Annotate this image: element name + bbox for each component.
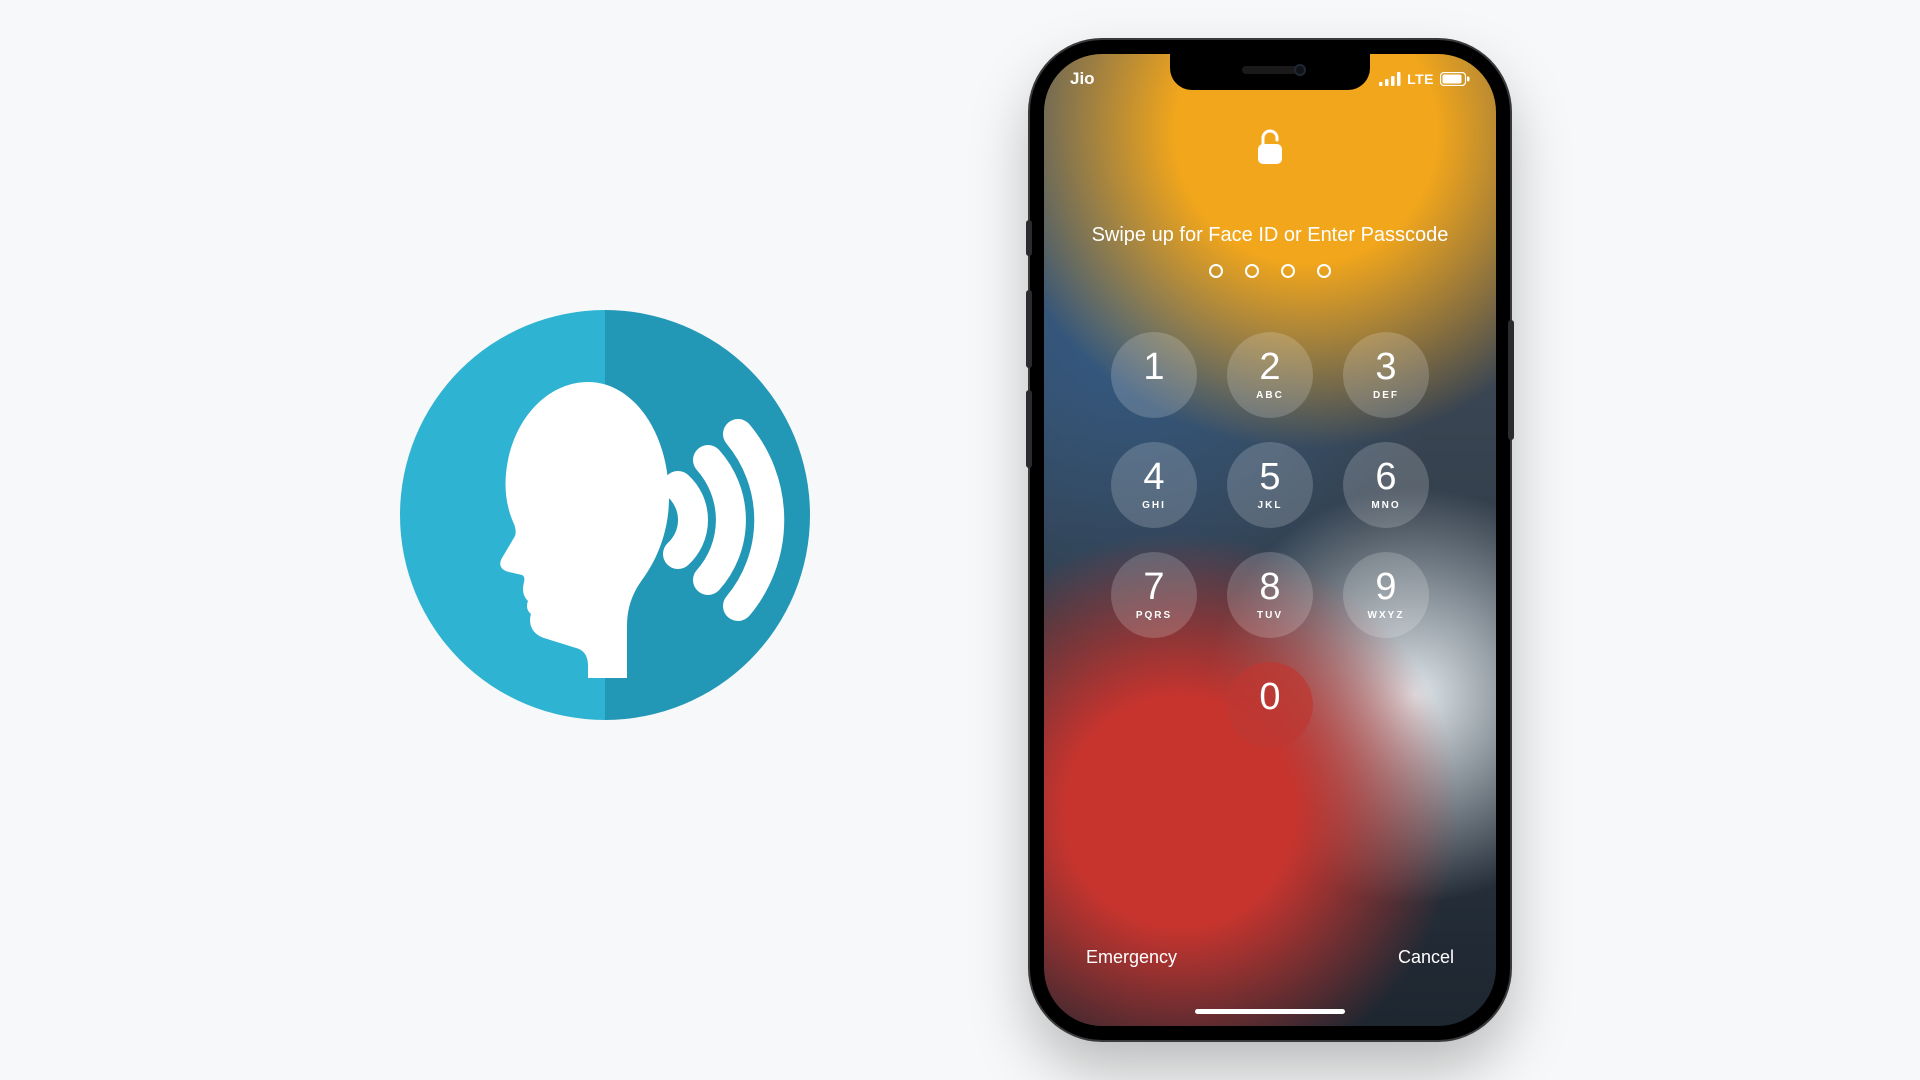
key-digit: 3 bbox=[1375, 348, 1396, 386]
passcode-dot bbox=[1281, 264, 1295, 278]
volume-down-button bbox=[1026, 390, 1032, 468]
key-letters: TUV bbox=[1257, 610, 1283, 622]
key-digit: 5 bbox=[1259, 458, 1280, 496]
voice-speaking-icon bbox=[400, 310, 810, 720]
side-power-button bbox=[1508, 320, 1514, 440]
keypad-key-3[interactable]: 3 DEF bbox=[1343, 332, 1429, 418]
keypad-key-5[interactable]: 5 JKL bbox=[1227, 442, 1313, 528]
battery-icon bbox=[1440, 72, 1470, 86]
keypad-key-9[interactable]: 9 WXYZ bbox=[1343, 552, 1429, 638]
iphone-device-frame: Jio LTE bbox=[1030, 40, 1510, 1040]
key-letters: ABC bbox=[1256, 390, 1284, 402]
home-indicator[interactable] bbox=[1195, 1009, 1345, 1014]
key-letters: MNO bbox=[1371, 500, 1400, 512]
numeric-keypad: 1 2 ABC 3 DEF 4 GHI 5 JKL bbox=[1105, 332, 1435, 748]
key-digit: 9 bbox=[1375, 568, 1396, 606]
unlock-icon bbox=[1255, 126, 1285, 166]
passcode-prompt: Swipe up for Face ID or Enter Passcode bbox=[1044, 224, 1496, 247]
keypad-key-0[interactable]: 0 bbox=[1227, 662, 1313, 748]
key-digit: 2 bbox=[1259, 348, 1280, 386]
key-letters: JKL bbox=[1258, 500, 1283, 512]
lock-screen: Jio LTE bbox=[1044, 54, 1496, 1026]
keypad-key-6[interactable]: 6 MNO bbox=[1343, 442, 1429, 528]
mute-switch bbox=[1026, 220, 1032, 256]
keypad-key-2[interactable]: 2 ABC bbox=[1227, 332, 1313, 418]
volume-up-button bbox=[1026, 290, 1032, 368]
key-letters: PQRS bbox=[1136, 610, 1172, 622]
passcode-dot bbox=[1209, 264, 1223, 278]
carrier-label: Jio bbox=[1070, 69, 1095, 89]
key-digit: 0 bbox=[1259, 678, 1280, 716]
keypad-key-8[interactable]: 8 TUV bbox=[1227, 552, 1313, 638]
passcode-dot bbox=[1317, 264, 1331, 278]
emergency-button[interactable]: Emergency bbox=[1086, 947, 1177, 968]
key-digit: 8 bbox=[1259, 568, 1280, 606]
passcode-dot bbox=[1245, 264, 1259, 278]
keypad-key-1[interactable]: 1 bbox=[1111, 332, 1197, 418]
keypad-key-7[interactable]: 7 PQRS bbox=[1111, 552, 1197, 638]
key-letters: WXYZ bbox=[1368, 610, 1405, 622]
keypad-spacer bbox=[1343, 662, 1429, 748]
key-letters: GHI bbox=[1142, 500, 1166, 512]
cancel-button[interactable]: Cancel bbox=[1398, 947, 1454, 968]
key-digit: 4 bbox=[1143, 458, 1164, 496]
network-type-label: LTE bbox=[1407, 71, 1434, 87]
keypad-key-4[interactable]: 4 GHI bbox=[1111, 442, 1197, 528]
notch bbox=[1170, 54, 1370, 90]
passcode-dots bbox=[1044, 264, 1496, 278]
key-digit: 1 bbox=[1143, 348, 1164, 386]
key-digit: 7 bbox=[1143, 568, 1164, 606]
keypad-spacer bbox=[1111, 662, 1197, 748]
key-digit: 6 bbox=[1375, 458, 1396, 496]
cellular-signal-icon bbox=[1379, 72, 1401, 86]
key-letters: DEF bbox=[1373, 390, 1399, 402]
